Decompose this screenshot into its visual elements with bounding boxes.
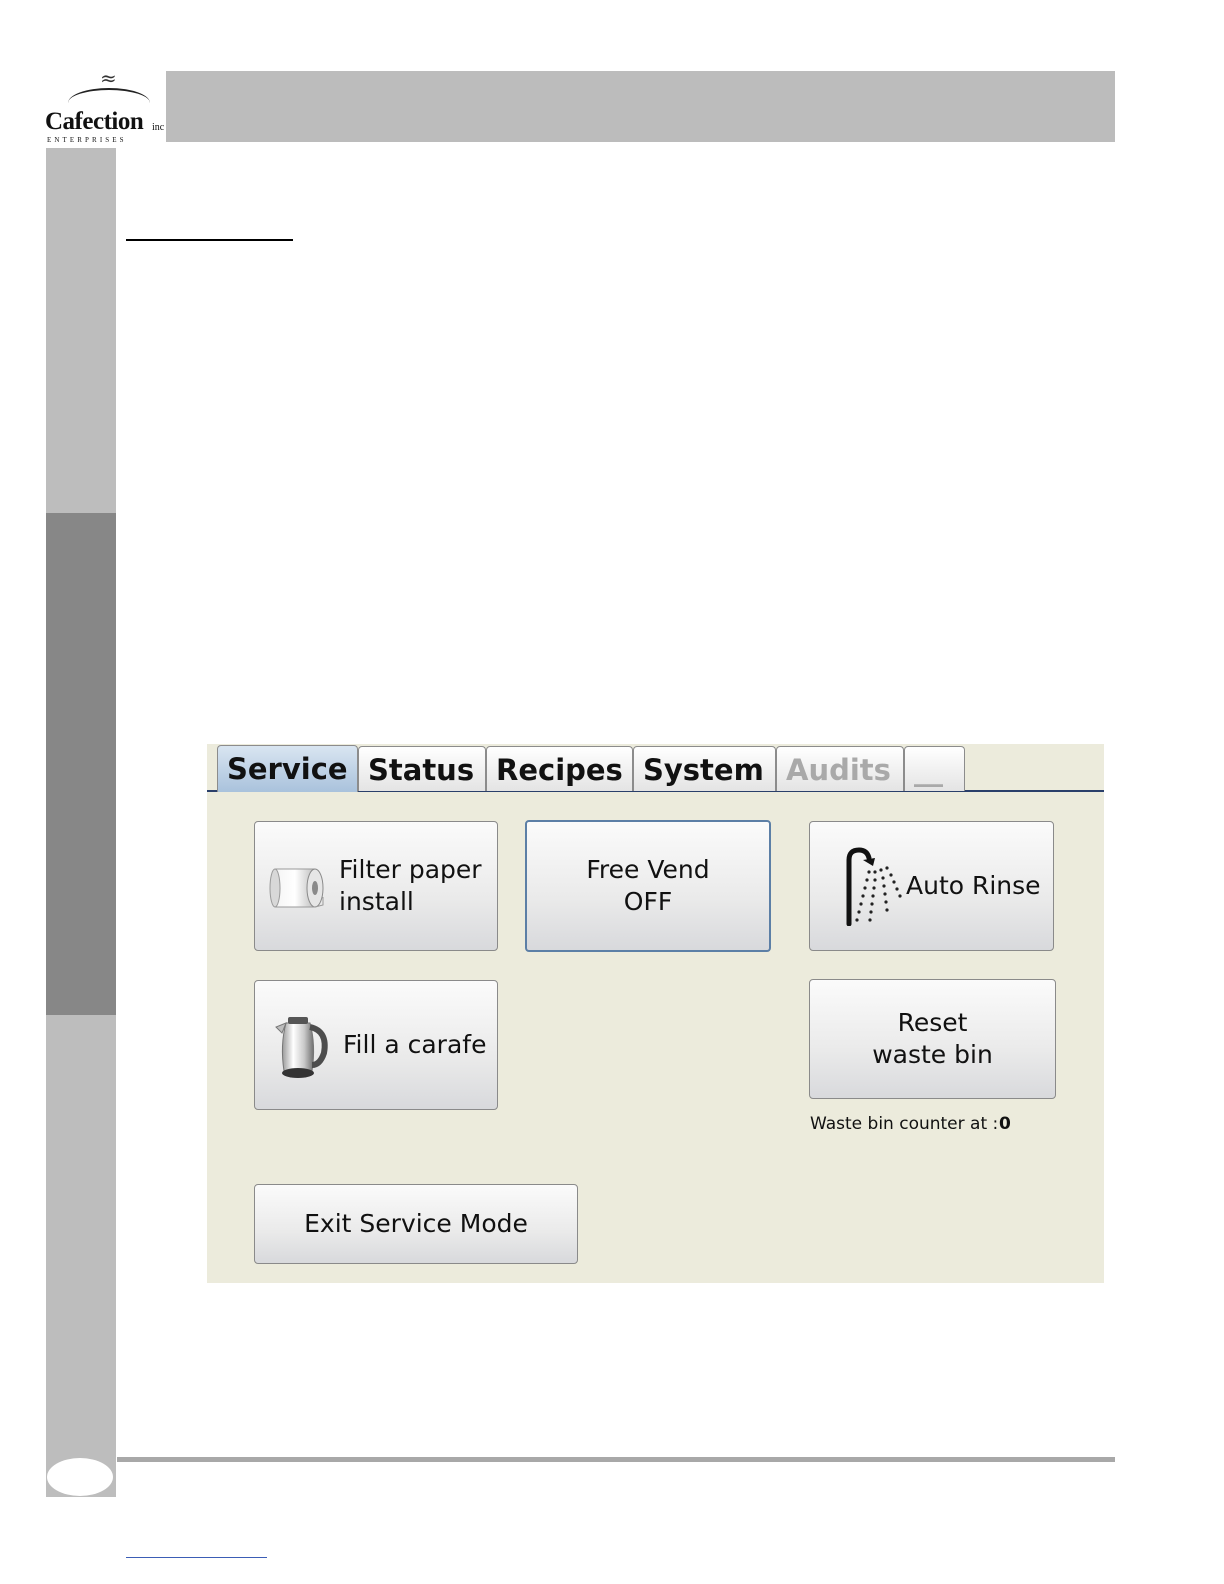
page-number-oval (47, 1458, 113, 1496)
tab-system[interactable]: System (633, 746, 776, 791)
auto-rinse-label: Auto Rinse (906, 871, 1041, 900)
reset-waste-bin-label: Reset waste bin (872, 1007, 993, 1071)
kettle-icon (259, 1009, 345, 1081)
waste-bin-counter-value: 0 (999, 1114, 1011, 1134)
filter-paper-line2: install (339, 887, 414, 916)
paper-roll-icon (257, 861, 339, 911)
free-vend-line1: Free Vend (586, 855, 710, 884)
header-band (166, 71, 1115, 142)
footer-rule (117, 1457, 1115, 1462)
tab-audits: Audits (776, 746, 904, 791)
exit-service-mode-button[interactable]: Exit Service Mode (254, 1184, 578, 1264)
exit-service-mode-label: Exit Service Mode (304, 1209, 528, 1238)
free-vend-label: Free Vend OFF (586, 854, 709, 918)
filter-paper-install-button[interactable]: Filter paper install (254, 821, 498, 951)
filter-paper-line1: Filter paper (339, 855, 482, 884)
tab-recipes[interactable]: Recipes (486, 746, 633, 791)
service-screen: Service Status Recipes System Audits __ (207, 744, 1104, 1283)
logo-subtitle: ENTERPRISES (47, 136, 127, 144)
filter-paper-label: Filter paper install (339, 854, 482, 918)
fill-carafe-button[interactable]: Fill a carafe (254, 980, 498, 1110)
logo-wordmark: Cafection (45, 108, 144, 135)
heading-underline (126, 239, 293, 241)
waste-bin-counter-label: Waste bin counter at : (810, 1114, 999, 1134)
side-strip-section-marker (46, 513, 116, 1015)
shower-icon (830, 846, 914, 926)
tab-service[interactable]: Service (217, 745, 358, 792)
reset-waste-line1: Reset (897, 1008, 968, 1037)
steam-icon: ≈ (100, 66, 117, 90)
tab-bar: Service Status Recipes System Audits __ (207, 744, 1104, 796)
free-vend-button[interactable]: Free Vend OFF (525, 820, 771, 952)
reset-waste-line2: waste bin (872, 1040, 993, 1069)
free-vend-status: OFF (623, 887, 673, 916)
tab-status[interactable]: Status (358, 746, 486, 791)
fill-carafe-label: Fill a carafe (343, 1030, 487, 1059)
company-logo: ≈ Cafection inc ENTERPRISES (44, 66, 168, 146)
auto-rinse-button[interactable]: Auto Rinse (809, 821, 1054, 951)
reset-waste-bin-button[interactable]: Reset waste bin (809, 979, 1056, 1099)
tab-blank: __ (904, 746, 965, 791)
logo-suffix: inc (152, 122, 165, 133)
footer-link-underline (126, 1557, 267, 1558)
